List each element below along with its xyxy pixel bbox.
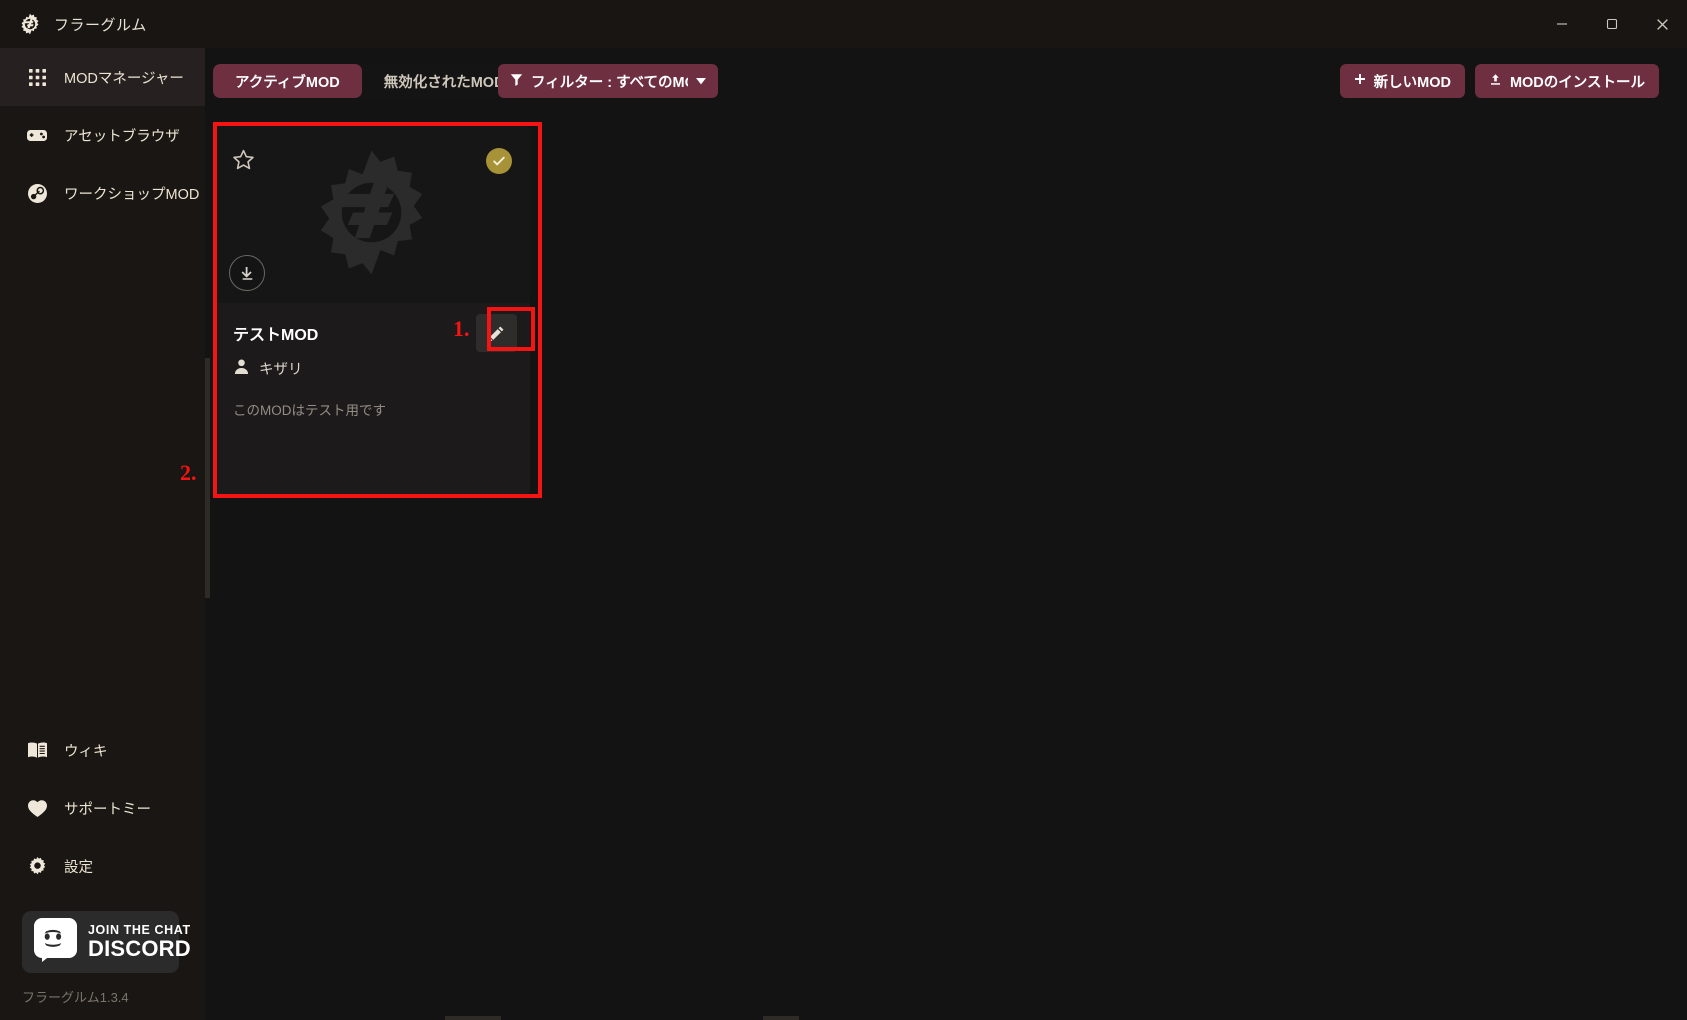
sidebar-item-label: アセットブラウザ: [64, 128, 180, 145]
sidebar-item-label: 設定: [64, 859, 93, 876]
sidebar-item-support-me[interactable]: サポートミー: [0, 779, 205, 837]
main-content: アクティブMOD 無効化されたMOD フィルター : すべてのMOD 新しいMO…: [180, 48, 1687, 1020]
mod-description: このMODはテスト用です: [233, 403, 386, 418]
sidebar-item-settings[interactable]: 設定: [0, 837, 205, 895]
grid-apps-icon: [26, 66, 48, 88]
mod-enabled-check-circle-icon[interactable]: [486, 148, 512, 174]
filter-dropdown-toggle[interactable]: [688, 64, 713, 98]
content-scrollbar-vertical[interactable]: [205, 358, 210, 598]
discord-text: JOIN THE CHAT DISCORD: [88, 924, 191, 961]
steam-icon: [26, 182, 48, 204]
title-bar: フラーグルム: [0, 0, 1687, 48]
install-mod-label: MODのインストール: [1509, 74, 1645, 91]
maximize-icon[interactable]: [1587, 0, 1637, 48]
mod-thumbnail: [213, 126, 530, 303]
content-scrollbar-horizontal[interactable]: [445, 1016, 501, 1020]
sidebar: MODマネージャー アセットブラウザ ワークショップMOD ウィキ サポートミー…: [0, 48, 205, 1020]
content-scrollbar-horizontal-secondary[interactable]: [763, 1016, 799, 1020]
gear-logo-icon: [18, 12, 42, 36]
discord-wordmark: DISCORD: [88, 936, 191, 962]
gear-icon: [26, 855, 48, 877]
mod-edit-button[interactable]: [476, 314, 517, 352]
mod-card-body: テストMOD キザリ このMODはテスト用です: [213, 303, 530, 419]
close-icon[interactable]: [1637, 0, 1687, 48]
mod-author: キザリ: [233, 358, 510, 379]
sidebar-secondary-nav: ウィキ サポートミー 設定 JOIN THE CHAT DISCORD フラーグ…: [0, 721, 205, 1020]
sidebar-primary-nav: MODマネージャー アセットブラウザ ワークショップMOD: [0, 48, 205, 222]
window-controls: [1537, 0, 1687, 48]
favorite-star-icon[interactable]: [231, 148, 256, 177]
sidebar-item-label: サポートミー: [64, 801, 151, 818]
discord-join-button[interactable]: JOIN THE CHAT DISCORD: [22, 911, 191, 973]
mod-grid: テストMOD キザリ このMODはテスト用です 1. 2.: [180, 122, 542, 498]
app-version: フラーグルム1.3.4: [22, 990, 129, 1005]
pencil-icon: [488, 326, 504, 342]
toolbar: アクティブMOD 無効化されたMOD フィルター : すべてのMOD 新しいMO…: [205, 48, 1687, 114]
install-mod-button[interactable]: MODのインストール: [1474, 64, 1659, 98]
filter-label: フィルター : すべてのMOD: [531, 74, 707, 91]
upload-icon: [1489, 73, 1502, 90]
filter-button[interactable]: フィルター : すべてのMOD: [498, 64, 719, 98]
sidebar-item-mod-manager[interactable]: MODマネージャー: [0, 48, 205, 106]
tab-active-mods[interactable]: アクティブMOD: [213, 64, 362, 98]
new-mod-button[interactable]: 新しいMOD: [1339, 64, 1465, 98]
sidebar-item-label: ウィキ: [64, 743, 108, 760]
sidebar-item-asset-browser[interactable]: アセットブラウザ: [0, 106, 205, 164]
gear-logo-watermark: [300, 141, 443, 289]
book-icon: [26, 739, 48, 761]
mod-card[interactable]: テストMOD キザリ このMODはテスト用です: [213, 126, 530, 494]
annotation-label-1: 1.: [453, 316, 470, 341]
mod-card-wrapper: テストMOD キザリ このMODはテスト用です 1. 2.: [180, 122, 542, 498]
gamepad-icon: [26, 124, 48, 146]
sidebar-item-wiki[interactable]: ウィキ: [0, 721, 205, 779]
new-mod-label: 新しいMOD: [1373, 74, 1451, 91]
plus-icon: [1354, 73, 1366, 89]
discord-join-label: JOIN THE CHAT: [88, 922, 191, 937]
annotation-label-2: 2.: [180, 460, 197, 485]
toolbar-actions: 新しいMOD MODのインストール: [1339, 64, 1659, 98]
chevron-down-icon: [695, 72, 706, 90]
app-title: フラーグルム: [54, 16, 147, 34]
mod-download-icon[interactable]: [229, 255, 265, 291]
mod-state-tabs: アクティブMOD 無効化されたMOD: [213, 64, 527, 98]
heart-icon: [26, 797, 48, 819]
mod-author-name: キザリ: [259, 362, 303, 378]
sidebar-item-label: MODマネージャー: [64, 70, 184, 87]
minimize-icon[interactable]: [1537, 0, 1587, 48]
person-icon: [233, 358, 250, 379]
sidebar-item-label: ワークショップMOD: [64, 186, 200, 203]
discord-icon: [32, 917, 79, 968]
title-bar-left: フラーグルム: [0, 12, 147, 36]
sidebar-item-workshop-mods[interactable]: ワークショップMOD: [0, 164, 205, 222]
application-window: フラーグルム MODマネージャー アセットブラウザ ワークショップMOD ウィキ…: [0, 0, 1687, 1020]
filter-icon: [510, 73, 523, 90]
